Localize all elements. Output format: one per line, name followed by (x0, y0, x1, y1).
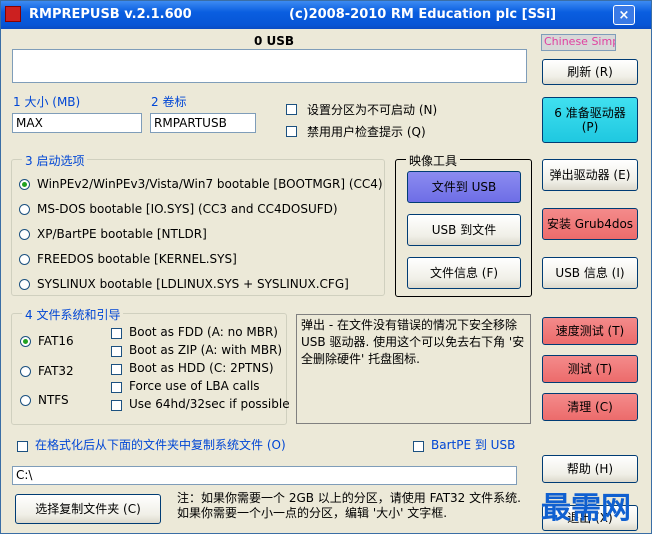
file-info-button[interactable]: 文件信息 (F) (407, 257, 521, 289)
boot-radio-msdos[interactable] (19, 204, 30, 215)
title-bar[interactable]: RMPREPUSB v.2.1.600 (c)2008-2010 RM Educ… (1, 1, 651, 29)
fs-label-ntfs: NTFS (38, 393, 69, 407)
main-window: RMPREPUSB v.2.1.600 (c)2008-2010 RM Educ… (0, 0, 652, 534)
boot-label-xp: XP/BartPE bootable [NTLDR] (37, 227, 207, 241)
bartpe-label: BartPE 到 USB (431, 438, 516, 452)
help-button[interactable]: 帮助 (H) (542, 455, 638, 483)
use-64hd-checkbox[interactable] (111, 400, 122, 411)
boot-hdd-checkbox[interactable] (111, 364, 122, 375)
fs-label-fat16: FAT16 (38, 334, 74, 348)
app-icon (5, 6, 21, 22)
boot-hdd-label: Boot as HDD (C: 2PTNS) (129, 361, 274, 375)
boot-zip-checkbox[interactable] (111, 346, 122, 357)
clean-button[interactable]: 清理 (C) (542, 393, 638, 421)
boot-label-syslinux: SYSLINUX bootable [LDLINUX.SYS + SYSLINU… (37, 277, 349, 291)
copy-folder-path-input[interactable]: C:\ (12, 466, 517, 485)
size-label: 1 大小 (MB) (13, 95, 81, 109)
boot-label-winpe: WinPEv2/WinPEv3/Vista/Win7 bootable [BOO… (37, 177, 383, 191)
app-title: RMPREPUSB v.2.1.600 (29, 7, 192, 22)
note-text: 注：如果你需要一个 2GB 以上的分区，请使用 FAT32 文件系统. 如果你需… (177, 491, 521, 520)
eject-drive-button[interactable]: 弹出驱动器 (E) (542, 159, 638, 191)
boot-fdd-checkbox[interactable] (111, 328, 122, 339)
copyright-text: (c)2008-2010 RM Education plc [SSi] (289, 7, 557, 22)
boot-radio-freedos[interactable] (19, 254, 30, 265)
copy-files-label: 在格式化后从下面的文件夹中复制系统文件 (O) (35, 438, 286, 452)
info-text-box: 弹出 - 在文件没有错误的情况下安全移除 USB 驱动器. 使用这个可以免去右下… (296, 314, 531, 424)
speed-test-button[interactable]: 速度测试 (T) (542, 317, 638, 345)
prepare-drive-button[interactable]: 6 准备驱动器 (P) (542, 97, 638, 143)
usb-info-button[interactable]: USB 信息 (I) (542, 257, 638, 289)
close-icon[interactable]: × (613, 5, 635, 25)
boot-radio-xp[interactable] (19, 229, 30, 240)
use-64hd-label: Use 64hd/32sec if possible (129, 397, 290, 411)
language-select[interactable]: Chinese Simp (541, 34, 616, 51)
refresh-button[interactable]: 刷新 (R) (542, 59, 638, 85)
volume-label: 2 卷标 (151, 95, 187, 109)
watermark-logo: 最需网 (541, 491, 631, 526)
boot-radio-winpe[interactable] (19, 179, 30, 190)
boot-label-freedos: FREEDOS bootable [KERNEL.SYS] (37, 252, 237, 266)
non-bootable-checkbox[interactable] (286, 104, 297, 115)
boot-options-title: 3 启动选项 (22, 152, 88, 169)
boot-fdd-label: Boot as FDD (A: no MBR) (129, 325, 278, 339)
volume-input[interactable]: RMPARTUSB (150, 113, 256, 133)
test-button[interactable]: 测试 (T) (542, 355, 638, 383)
usb-count-label: 0 USB (254, 34, 295, 48)
usb-to-file-button[interactable]: USB 到文件 (407, 214, 521, 246)
fs-radio-ntfs[interactable] (20, 395, 31, 406)
size-input[interactable]: MAX (12, 113, 142, 133)
image-tools-title: 映像工具 (406, 152, 461, 169)
force-lba-label: Force use of LBA calls (129, 379, 260, 393)
boot-label-msdos: MS-DOS bootable [IO.SYS] (CC3 and CC4DOS… (37, 202, 338, 216)
non-bootable-label: 设置分区为不可启动 (N) (307, 103, 438, 117)
fs-radio-fat16[interactable] (20, 336, 31, 347)
no-prompt-label: 禁用用户检查提示 (Q) (307, 125, 426, 139)
drive-list[interactable] (12, 49, 527, 83)
fs-label-fat32: FAT32 (38, 364, 74, 378)
fs-radio-fat32[interactable] (20, 366, 31, 377)
file-to-usb-button[interactable]: 文件到 USB (407, 171, 521, 203)
filesystem-title: 4 文件系统和引导 (22, 306, 124, 323)
bartpe-checkbox[interactable] (413, 441, 424, 452)
boot-zip-label: Boot as ZIP (A: with MBR) (129, 343, 283, 357)
no-prompt-checkbox[interactable] (286, 126, 297, 137)
force-lba-checkbox[interactable] (111, 382, 122, 393)
install-grub4dos-button[interactable]: 安装 Grub4dos (542, 208, 638, 240)
copy-files-checkbox[interactable] (17, 441, 28, 452)
choose-folder-button[interactable]: 选择复制文件夹 (C) (15, 494, 161, 524)
boot-radio-syslinux[interactable] (19, 279, 30, 290)
